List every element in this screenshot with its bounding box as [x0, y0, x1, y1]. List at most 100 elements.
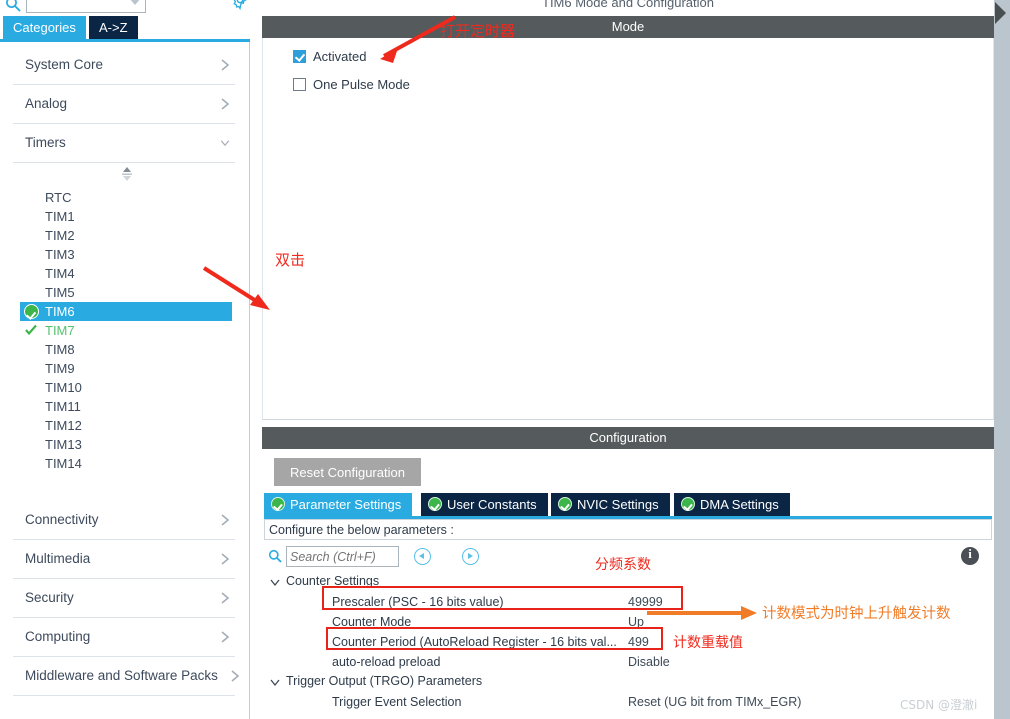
tab-categories[interactable]: Categories: [3, 16, 86, 39]
sidebar-item-connectivity[interactable]: Connectivity: [0, 501, 249, 540]
reset-configuration-button[interactable]: Reset Configuration: [274, 458, 421, 486]
mode-section-header: Mode: [262, 16, 994, 38]
sidebar-item-computing[interactable]: Computing: [0, 618, 249, 657]
parameter-value[interactable]: 49999: [628, 595, 663, 609]
sidebar-item-multimedia[interactable]: Multimedia: [0, 540, 249, 579]
list-item-tim7[interactable]: TIM7: [0, 321, 249, 340]
list-item-tim6-selected[interactable]: TIM6: [20, 302, 232, 321]
chevron-down-icon[interactable]: [129, 0, 141, 5]
chevron-down-icon: [220, 140, 230, 147]
chevron-down-icon[interactable]: [270, 578, 280, 588]
check-circle-icon: [681, 497, 695, 511]
timer-label: TIM1: [45, 209, 75, 224]
configured-check-icon: [25, 324, 37, 336]
configure-hint-text: Configure the below parameters :: [264, 519, 992, 540]
sidebar-item-middleware[interactable]: Middleware and Software Packs: [0, 657, 249, 696]
sidebar-item-label: Connectivity: [25, 512, 99, 527]
parameter-search-row: [264, 545, 992, 571]
sidebar-item-timers[interactable]: Timers: [0, 124, 249, 163]
sidebar-item-label: Multimedia: [25, 551, 91, 566]
sidebar-item-label: Analog: [25, 96, 68, 111]
list-item[interactable]: TIM13: [0, 435, 249, 454]
list-item[interactable]: TIM11: [0, 397, 249, 416]
timer-label: TIM10: [45, 380, 82, 395]
list-item[interactable]: TIM3: [0, 245, 249, 264]
chevron-right-icon: [221, 553, 230, 565]
timer-label: TIM9: [45, 361, 75, 376]
chevron-right-icon: [231, 670, 240, 682]
sidebar-item-label: Timers: [25, 135, 66, 150]
expand-right-arrow-icon[interactable]: [995, 2, 1006, 24]
sidebar-item-system-core[interactable]: System Core: [0, 46, 249, 85]
list-item[interactable]: TIM8: [0, 340, 249, 359]
list-item[interactable]: TIM10: [0, 378, 249, 397]
sidebar-tabs-underline: [0, 39, 250, 42]
info-icon[interactable]: [961, 546, 979, 565]
mode-section-body: Activated One Pulse Mode: [262, 38, 994, 420]
group-label: Counter Settings: [286, 574, 380, 588]
tab-a-to-z[interactable]: A->Z: [89, 16, 138, 39]
checkbox-label: One Pulse Mode: [313, 77, 410, 92]
circle-chevron-right-icon[interactable]: [462, 548, 479, 565]
sidebar-item-label: Computing: [25, 629, 91, 644]
list-item[interactable]: TIM12: [0, 416, 249, 435]
chevron-right-icon: [221, 514, 230, 526]
configuration-section-header: Configuration: [262, 427, 994, 449]
search-combo-input[interactable]: [26, 0, 146, 13]
table-row-auto-reload-preload[interactable]: auto-reload preload Disable: [264, 653, 992, 673]
search-icon[interactable]: [5, 0, 21, 12]
sidebar-item-label: Middleware and Software Packs: [25, 668, 218, 683]
parameter-value[interactable]: Up: [628, 615, 644, 629]
parameter-value[interactable]: 499: [628, 635, 649, 649]
timer-label: TIM8: [45, 342, 75, 357]
table-row-prescaler[interactable]: Prescaler (PSC - 16 bits value) 49999: [264, 593, 992, 613]
timer-label: TIM12: [45, 418, 82, 433]
tab-parameter-settings[interactable]: Parameter Settings: [264, 493, 413, 516]
divider: [13, 695, 235, 696]
tab-user-constants[interactable]: User Constants: [421, 493, 548, 516]
chevron-right-icon: [221, 98, 230, 110]
tab-label: User Constants: [447, 497, 537, 512]
search-icon[interactable]: [268, 549, 282, 563]
table-row-counter-mode[interactable]: Counter Mode Up: [264, 613, 992, 633]
chevron-down-icon[interactable]: [270, 678, 280, 688]
checkbox-unchecked-icon[interactable]: [293, 78, 306, 91]
list-item[interactable]: TIM5: [0, 283, 249, 302]
timers-list: RTC TIM1 TIM2 TIM3 TIM4 TIM5 TIM6 TIM7 T…: [0, 163, 249, 493]
scroll-spinner-icon[interactable]: [120, 166, 134, 182]
chevron-right-icon: [221, 59, 230, 71]
tab-label: NVIC Settings: [577, 497, 659, 512]
circle-chevron-left-icon[interactable]: [414, 548, 431, 565]
parameter-value[interactable]: Reset (UG bit from TIMx_EGR): [628, 695, 801, 709]
tab-dma-settings[interactable]: DMA Settings: [674, 493, 790, 516]
list-item[interactable]: TIM9: [0, 359, 249, 378]
right-scroll-strip[interactable]: [994, 0, 1010, 719]
list-item[interactable]: TIM2: [0, 226, 249, 245]
page-title: TIM6 Mode and Configuration: [542, 0, 714, 10]
sidebar-tabs: Categories A->Z: [0, 16, 250, 41]
parameter-key: auto-reload preload: [332, 655, 441, 669]
parameter-group-trigger-output[interactable]: Trigger Output (TRGO) Parameters: [264, 673, 992, 693]
parameter-value[interactable]: Disable: [628, 655, 670, 669]
list-item[interactable]: RTC: [0, 188, 249, 207]
search-input[interactable]: [286, 546, 399, 567]
table-row-counter-period[interactable]: Counter Period (AutoReload Register - 16…: [264, 633, 992, 653]
parameter-key: Counter Mode: [332, 615, 412, 629]
timer-label: TIM7: [45, 323, 75, 338]
timer-label: RTC: [45, 190, 72, 205]
table-row-trigger-event-selection[interactable]: Trigger Event Selection Reset (UG bit fr…: [264, 693, 992, 713]
checkbox-checked-icon[interactable]: [293, 50, 306, 63]
parameter-table: Counter Settings Prescaler (PSC - 16 bit…: [264, 573, 992, 713]
sidebar-item-analog[interactable]: Analog: [0, 85, 249, 124]
parameter-group-counter-settings[interactable]: Counter Settings: [264, 573, 992, 593]
list-item[interactable]: TIM14: [0, 454, 249, 473]
sidebar-item-security[interactable]: Security: [0, 579, 249, 618]
tab-label: DMA Settings: [700, 497, 779, 512]
chevron-right-icon: [221, 592, 230, 604]
list-item[interactable]: TIM1: [0, 207, 249, 226]
component-sidebar: Categories A->Z System Core Analog Timer…: [0, 0, 250, 719]
list-item[interactable]: TIM4: [0, 264, 249, 283]
timer-label: TIM4: [45, 266, 75, 281]
tab-nvic-settings[interactable]: NVIC Settings: [551, 493, 670, 516]
gear-icon[interactable]: [230, 0, 250, 10]
